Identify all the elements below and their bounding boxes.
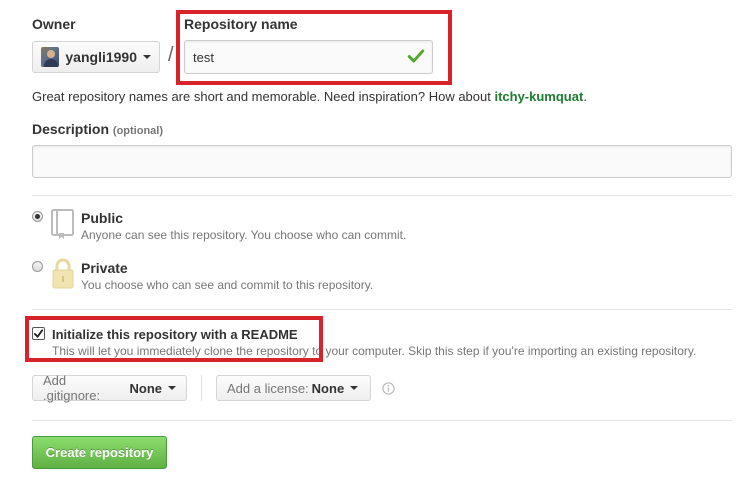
book-icon [51,209,74,239]
owner-repo-separator: / [168,44,174,66]
repository-name-label: Repository name [184,16,298,32]
description-label: Description (optional) [32,121,163,137]
repository-name-hint: Great repository names are short and mem… [32,89,587,104]
hint-text: Great repository names are short and mem… [32,89,495,104]
private-title: Private [81,260,128,276]
public-radio[interactable] [32,211,43,222]
readme-description: This will let you immediately clone the … [52,344,697,358]
gitignore-select[interactable]: Add .gitignore: None [32,373,187,403]
info-icon[interactable] [382,382,395,395]
lock-icon [52,258,74,289]
owner-select[interactable]: yangli1990 [32,41,160,73]
hint-suffix: . [583,89,587,104]
check-icon [33,329,44,338]
license-label: Add a license: [227,380,309,396]
divider [32,420,732,421]
private-description: You choose who can see and commit to thi… [81,278,374,292]
divider [32,309,732,310]
gitignore-label: Add .gitignore: [43,373,101,403]
license-value: None [311,380,345,396]
check-icon [407,49,425,63]
create-repository-button[interactable]: Create repository [32,436,167,469]
chevron-down-icon [168,386,176,390]
divider [32,195,732,196]
description-label-text: Description [32,121,110,137]
chevron-down-icon [350,386,359,390]
gitignore-value: None [129,380,163,396]
owner-label: Owner [32,16,76,32]
owner-username: yangli1990 [65,49,137,65]
name-suggestion-link[interactable]: itchy-kumquat [494,89,583,104]
dropdown-separator [201,375,202,401]
public-title: Public [81,210,124,226]
avatar [41,47,60,67]
repository-name-input[interactable] [184,40,433,74]
chevron-down-icon [143,55,151,59]
private-radio[interactable] [32,261,43,272]
readme-checkbox[interactable] [32,327,45,340]
readme-title: Initialize this repository with a README [52,327,298,342]
description-input[interactable] [32,145,732,178]
optional-tag: (optional) [112,125,164,137]
license-select[interactable]: Add a license: None [216,375,371,401]
public-description: Anyone can see this repository. You choo… [81,228,407,242]
